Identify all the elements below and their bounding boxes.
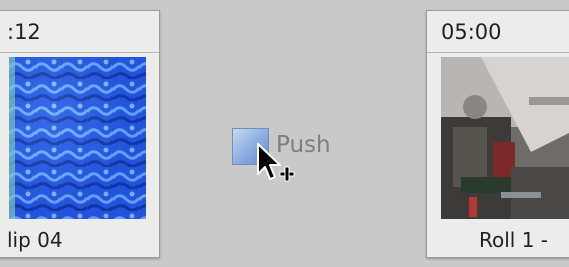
drag-copy-cursor-icon — [256, 142, 300, 186]
clip-name: Roll 1 - — [479, 228, 549, 252]
clip-card-left[interactable]: :12 lip 04 — [0, 10, 160, 258]
clip-name: lip 04 — [7, 228, 63, 252]
clip-thumbnail-machinery — [441, 57, 569, 219]
clip-timecode: :12 — [0, 11, 159, 53]
timeline-canvas: :12 lip 04 05:00 Roll 1 - Push — [0, 0, 569, 267]
clip-timecode: 05:00 — [427, 11, 569, 53]
clip-card-right[interactable]: 05:00 Roll 1 - — [426, 10, 569, 258]
clip-thumbnail-water — [9, 57, 146, 219]
